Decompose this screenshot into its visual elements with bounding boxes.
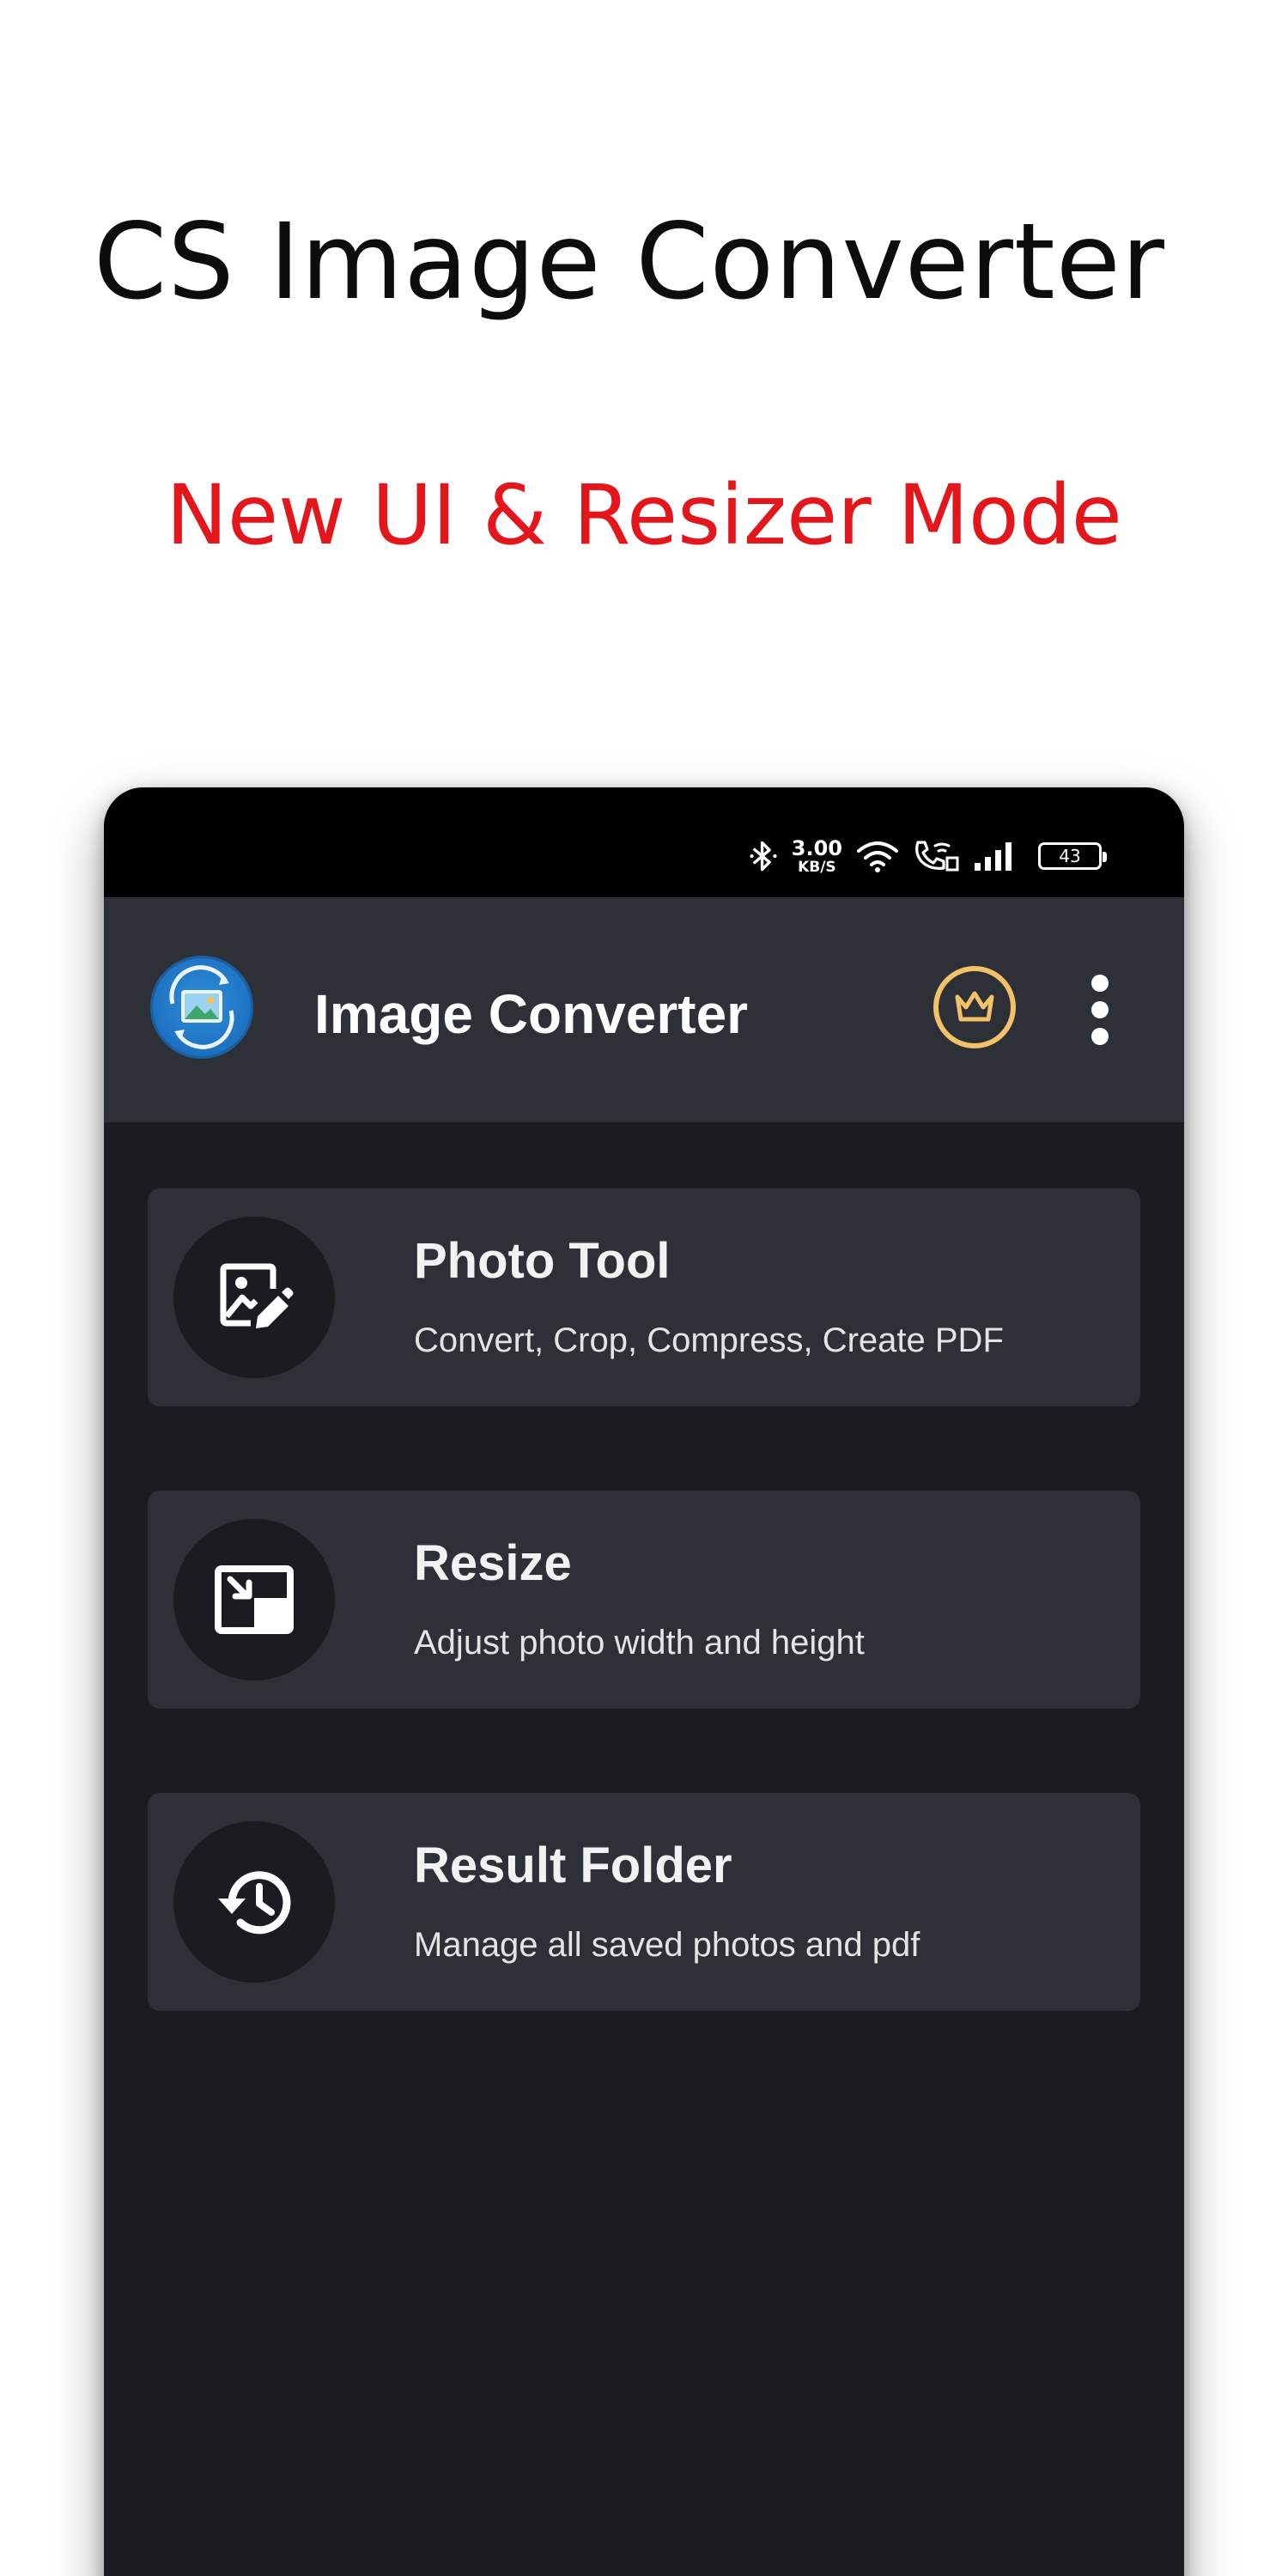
more-dot — [1091, 1028, 1109, 1045]
app-bar: Image Converter — [104, 897, 1184, 1122]
battery-icon: 43 — [1038, 842, 1107, 870]
photo-tool-card[interactable]: Photo Tool Convert, Crop, Compress, Crea… — [148, 1188, 1140, 1406]
signal-icon — [975, 842, 1012, 871]
bluetooth-icon — [750, 841, 777, 872]
net-speed-unit: KB/S — [798, 858, 836, 876]
premium-button[interactable] — [933, 966, 1016, 1048]
promo-page: CS Image Converter New UI & Resizer Mode… — [0, 0, 1288, 2576]
history-icon — [173, 1821, 335, 1983]
status-icons: 3.00 KB/S 43 — [749, 837, 1107, 875]
result-folder-title: Result Folder — [414, 1838, 732, 1893]
photo-tool-description: Convert, Crop, Compress, Create PDF — [414, 1321, 1004, 1359]
resize-icon — [173, 1519, 335, 1680]
resize-card[interactable]: Resize Adjust photo width and height — [148, 1491, 1140, 1709]
photo-edit-icon — [173, 1217, 335, 1378]
app-title: Image Converter — [314, 983, 749, 1045]
result-folder-description: Manage all saved photos and pdf — [414, 1926, 920, 1964]
status-bar: 3.00 KB/S 43 — [104, 787, 1184, 897]
wifi-icon — [857, 841, 898, 872]
result-folder-card[interactable]: Result Folder Manage all saved photos an… — [148, 1793, 1140, 2011]
wifi-calling-icon — [915, 841, 959, 872]
promo-subtitle: New UI & Resizer Mode — [166, 467, 1122, 563]
more-dot — [1091, 1001, 1109, 1018]
net-speed: 3.00 KB/S — [792, 838, 842, 875]
net-speed-value: 3.00 — [791, 835, 842, 860]
more-dot — [1091, 975, 1109, 992]
phone-frame: 3.00 KB/S 43 Image Converter Photo Tool … — [104, 787, 1184, 2576]
resize-title: Resize — [414, 1535, 572, 1591]
photo-tool-title: Photo Tool — [414, 1233, 671, 1289]
app-logo-icon — [150, 956, 253, 1059]
promo-title: CS Image Converter — [94, 201, 1165, 323]
crown-icon — [955, 991, 994, 1022]
resize-description: Adjust photo width and height — [414, 1624, 865, 1662]
more-options-button[interactable] — [1074, 971, 1126, 1048]
